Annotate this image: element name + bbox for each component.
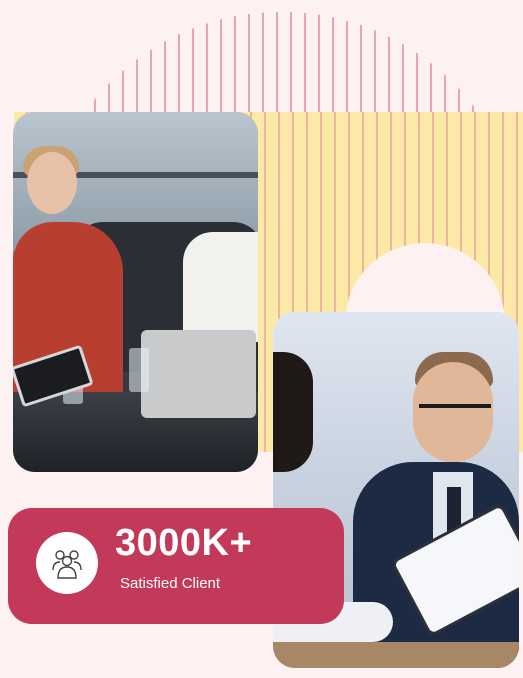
photo-glass xyxy=(129,348,149,392)
team-icon xyxy=(52,550,82,579)
stat-label: Satisfied Client xyxy=(120,575,221,592)
photo-person-right xyxy=(183,232,258,342)
photo-woman xyxy=(273,352,313,472)
photo-woman-head xyxy=(27,152,77,214)
photo-desk xyxy=(273,642,519,668)
photo-laptop xyxy=(141,330,256,418)
photo-man-glasses xyxy=(419,404,491,426)
stat-value: 3000K+ xyxy=(115,522,253,564)
team-meeting-photo xyxy=(13,112,258,472)
team-icon-circle xyxy=(36,532,98,594)
